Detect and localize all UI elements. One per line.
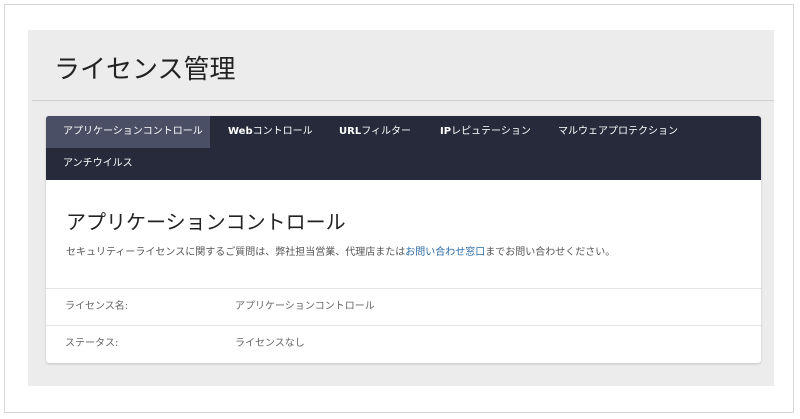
- tab-url-filter[interactable]: URLフィルター: [321, 116, 432, 148]
- contact-link[interactable]: お問い合わせ窓口: [405, 247, 485, 258]
- status-label: ステータス:: [65, 338, 119, 349]
- page-title: ライセンス管理: [54, 55, 236, 85]
- row-divider: [46, 325, 761, 326]
- tab-web-control[interactable]: Webコントロール: [210, 116, 321, 148]
- title-divider: [32, 100, 774, 101]
- tab-ip-reputation[interactable]: IPレピュテーション: [422, 116, 548, 148]
- license-name-label: ライセンス名:: [65, 301, 129, 312]
- tab-bar: アプリケーションコントロール Webコントロール URLフィルター IPレピュテ…: [46, 116, 761, 180]
- tab-malware-protection[interactable]: マルウェアプロテクション: [541, 116, 691, 148]
- status-value: ライセンスなし: [235, 338, 305, 349]
- license-card: アプリケーションコントロール Webコントロール URLフィルター IPレピュテ…: [46, 116, 761, 363]
- section-title: アプリケーションコントロール: [66, 210, 346, 234]
- tab-application-control[interactable]: アプリケーションコントロール: [46, 116, 210, 148]
- license-name-value: アプリケーションコントロール: [235, 301, 375, 312]
- row-divider: [46, 288, 761, 289]
- tab-antivirus[interactable]: アンチウイルス: [46, 148, 156, 180]
- section-description: セキュリティーライセンスに関するご質問は、弊社担当営業、代理店またはお問い合わせ…: [66, 247, 616, 258]
